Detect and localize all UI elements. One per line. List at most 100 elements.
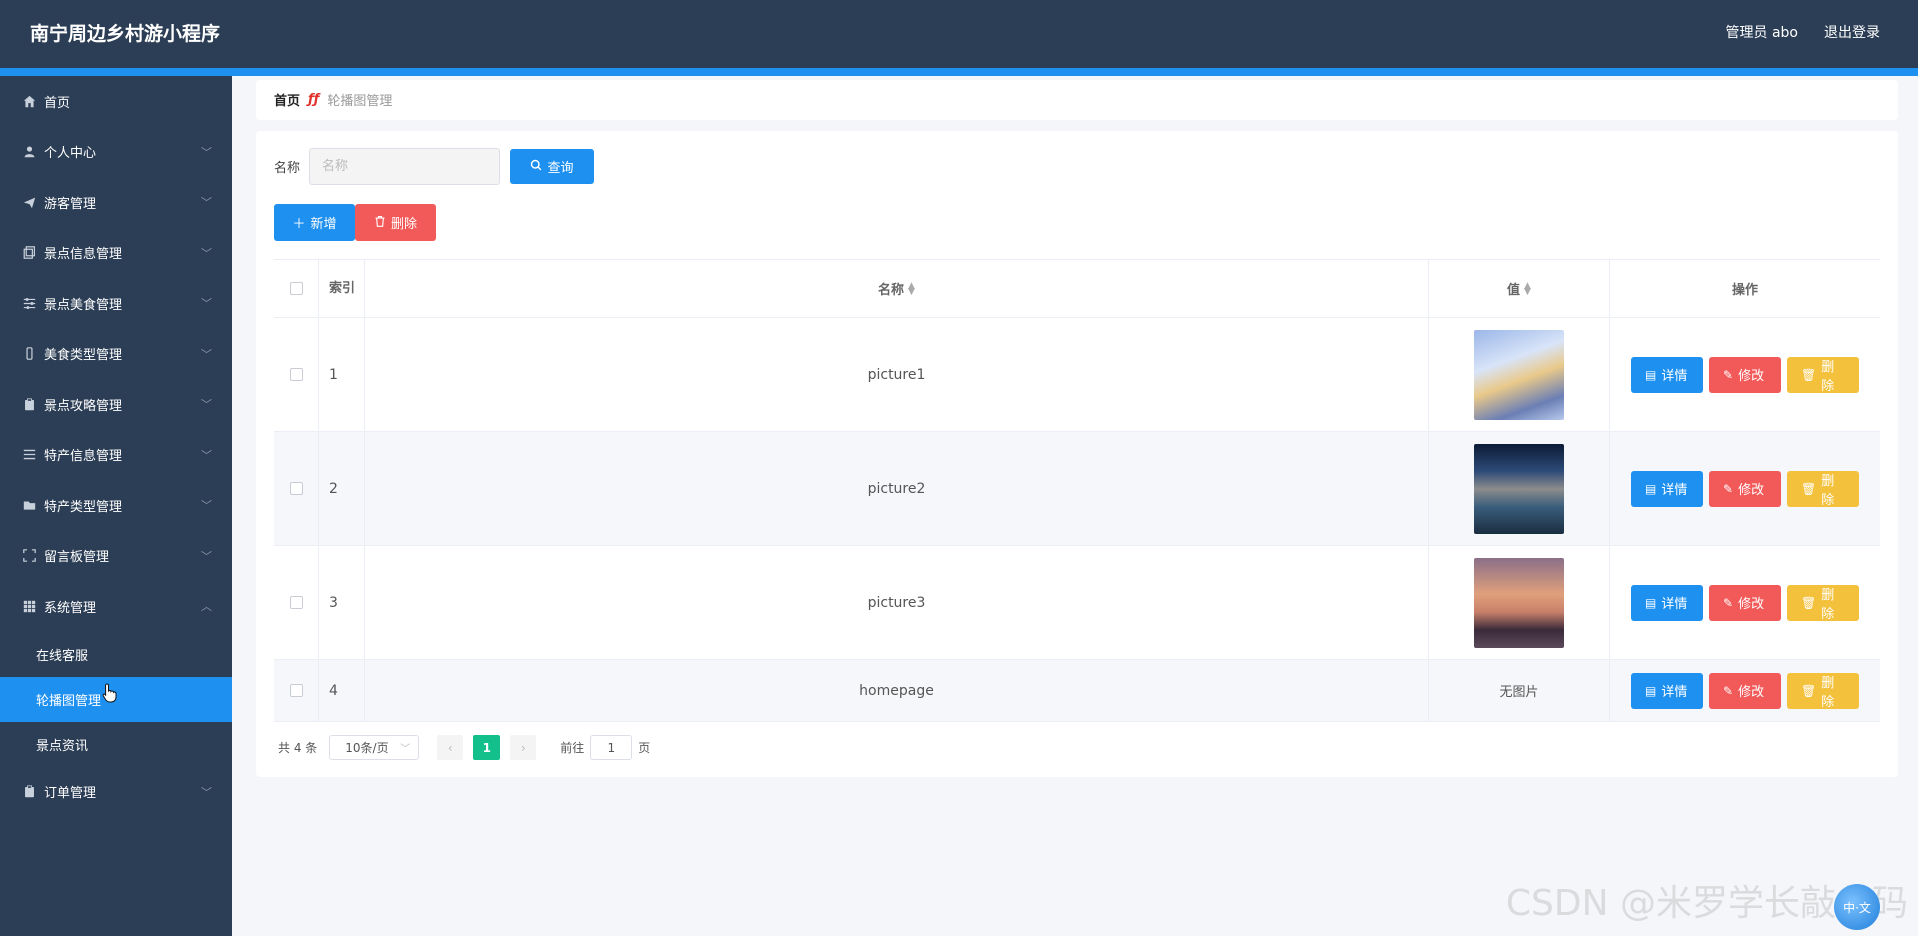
delete-button[interactable]: 🗑 删除	[1787, 584, 1859, 622]
row-checkbox[interactable]	[289, 684, 303, 697]
sidebar-item-home[interactable]: 首页	[0, 76, 232, 127]
header-name[interactable]: 名称 ▲ ▼	[365, 260, 1429, 317]
user-icon	[22, 145, 36, 159]
row-name: picture3	[365, 546, 1429, 659]
edit-button[interactable]: ✎ 修改	[1709, 470, 1781, 507]
chevron-down-icon: ﹀	[201, 448, 212, 462]
sidebar-item-label: 美食类型管理	[44, 348, 123, 364]
row-index: 2	[319, 432, 365, 545]
prev-page-button[interactable]: ‹	[437, 735, 464, 760]
page-size-select[interactable]: 10条/页 ﹀	[329, 735, 420, 760]
header-operation: 操作	[1731, 283, 1758, 298]
sidebar-item-label: 景点美食管理	[44, 297, 123, 313]
query-button[interactable]: 查询	[510, 149, 594, 184]
carousel-thumbnail[interactable]	[1474, 329, 1564, 420]
search-icon	[530, 159, 542, 175]
add-button[interactable]: ＋ 新增	[274, 204, 355, 241]
row-name: homepage	[365, 660, 1429, 721]
clipboard-icon	[22, 397, 36, 411]
chevron-down-icon: ﹀	[201, 499, 212, 513]
phone-icon	[22, 347, 36, 361]
sidebar-subitem-spot-news[interactable]: 景点资讯	[0, 722, 232, 767]
trash-icon: 🗑	[1801, 683, 1817, 698]
sort-icon[interactable]: ▲ ▼	[908, 281, 915, 296]
sidebar-item-message-board[interactable]: 留言板管理 ﹀	[0, 531, 232, 582]
edit-button[interactable]: ✎ 修改	[1709, 672, 1781, 709]
edit-label: 修改	[1738, 685, 1765, 700]
sidebar-subitem-online-service[interactable]: 在线客服	[0, 632, 232, 677]
row-index: 4	[319, 660, 365, 721]
chevron-down-icon: ﹀	[201, 785, 212, 799]
page-number-current[interactable]: 1	[473, 735, 501, 760]
header-value[interactable]: 值 ▲ ▼	[1429, 260, 1610, 317]
detail-label: 详情	[1661, 597, 1688, 612]
delete-button[interactable]: 🗑 删除	[1787, 470, 1859, 508]
trash-icon: 🗑	[1801, 481, 1817, 496]
delete-button[interactable]: 🗑 删除	[1787, 356, 1859, 394]
sidebar-item-spot-food[interactable]: 景点美食管理 ﹀	[0, 278, 232, 329]
sidebar-item-orders[interactable]: 订单管理 ﹀	[0, 767, 232, 818]
table-row: 2 picture2 ▤ 详情 ✎ 修改 🗑 删除	[274, 432, 1880, 546]
sidebar-item-personal-center[interactable]: 个人中心 ﹀	[0, 127, 232, 178]
sidebar: 首页 个人中心 ﹀ 游客管理 ﹀ 景点信息管理 ﹀ 景点美食管理 ﹀ 美食类型管…	[0, 76, 232, 936]
carousel-thumbnail[interactable]	[1474, 557, 1564, 648]
batch-delete-button[interactable]: 删除	[355, 204, 436, 241]
sidebar-item-visitor[interactable]: 游客管理 ﹀	[0, 177, 232, 228]
page-size-value: 10条/页	[345, 741, 389, 755]
sidebar-item-label: 首页	[44, 95, 71, 111]
search-input[interactable]	[309, 148, 500, 185]
sort-icon[interactable]: ▲ ▼	[1524, 281, 1531, 296]
table-row: 1 picture1 ▤ 详情 ✎ 修改 🗑 删除	[274, 318, 1880, 432]
edit-button[interactable]: ✎ 修改	[1709, 584, 1781, 621]
header-value-label: 值	[1507, 283, 1521, 298]
row-operations: ▤ 详情 ✎ 修改 🗑 删除	[1610, 318, 1880, 431]
plus-icon: ＋	[292, 217, 306, 232]
pencil-icon: ✎	[1723, 481, 1734, 496]
top-header: 南宁周边乡村游小程序 管理员 abo 退出登录	[0, 0, 1918, 68]
row-checkbox[interactable]	[289, 596, 303, 609]
fullscreen-icon	[22, 549, 36, 563]
delete-label: 删除	[1821, 359, 1835, 394]
detail-button[interactable]: ▤ 详情	[1631, 356, 1703, 393]
next-page-button[interactable]: ›	[510, 735, 537, 760]
sidebar-item-specialty-info[interactable]: 特产信息管理 ﹀	[0, 430, 232, 481]
row-checkbox-cell	[274, 660, 319, 721]
carousel-thumbnail[interactable]	[1474, 443, 1564, 534]
send-icon	[22, 195, 36, 209]
detail-button[interactable]: ▤ 详情	[1631, 584, 1703, 621]
floating-translate-button[interactable]: 中·文	[1834, 884, 1880, 930]
home-icon	[22, 94, 36, 108]
detail-button[interactable]: ▤ 详情	[1631, 470, 1703, 507]
pencil-icon: ✎	[1723, 683, 1734, 698]
chevron-down-icon: ﹀	[201, 297, 212, 311]
sidebar-item-label: 个人中心	[44, 146, 97, 162]
sidebar-item-spot-info[interactable]: 景点信息管理 ﹀	[0, 228, 232, 279]
trash-icon: 🗑	[1801, 367, 1817, 382]
row-index: 3	[319, 546, 365, 659]
edit-button[interactable]: ✎ 修改	[1709, 356, 1781, 393]
sidebar-item-food-type[interactable]: 美食类型管理 ﹀	[0, 329, 232, 380]
row-checkbox[interactable]	[289, 482, 303, 495]
breadcrumb-home[interactable]: 首页	[274, 90, 300, 109]
table-header-row: 索引 名称 ▲ ▼ 值 ▲ ▼ 操作	[274, 259, 1880, 318]
chevron-down-icon: ﹀	[400, 744, 411, 755]
chevron-right-icon: ›	[520, 740, 526, 755]
document-icon: ▤	[1645, 481, 1657, 496]
query-button-label: 查询	[547, 161, 574, 176]
select-all-checkbox[interactable]	[289, 282, 303, 295]
delete-button[interactable]: 🗑 删除	[1787, 672, 1859, 710]
breadcrumb-current: 轮播图管理	[327, 94, 393, 109]
row-index: 1	[319, 318, 365, 431]
logout-link[interactable]: 退出登录	[1824, 22, 1880, 42]
detail-button[interactable]: ▤ 详情	[1631, 672, 1703, 709]
row-checkbox[interactable]	[289, 368, 303, 381]
sidebar-item-specialty-type[interactable]: 特产类型管理 ﹀	[0, 480, 232, 531]
breadcrumb: 首页 ƒƒ 轮播图管理	[274, 90, 392, 109]
sidebar-item-label: 特产类型管理	[44, 499, 123, 515]
sidebar-item-system[interactable]: 系统管理 ︿	[0, 581, 232, 632]
table-row: 3 picture3 ▤ 详情 ✎ 修改 🗑 删除	[274, 546, 1880, 660]
goto-page-input[interactable]	[590, 735, 633, 760]
header-accent-bar	[0, 68, 1918, 76]
sidebar-item-spot-guide[interactable]: 景点攻略管理 ﹀	[0, 379, 232, 430]
row-value	[1429, 318, 1610, 431]
